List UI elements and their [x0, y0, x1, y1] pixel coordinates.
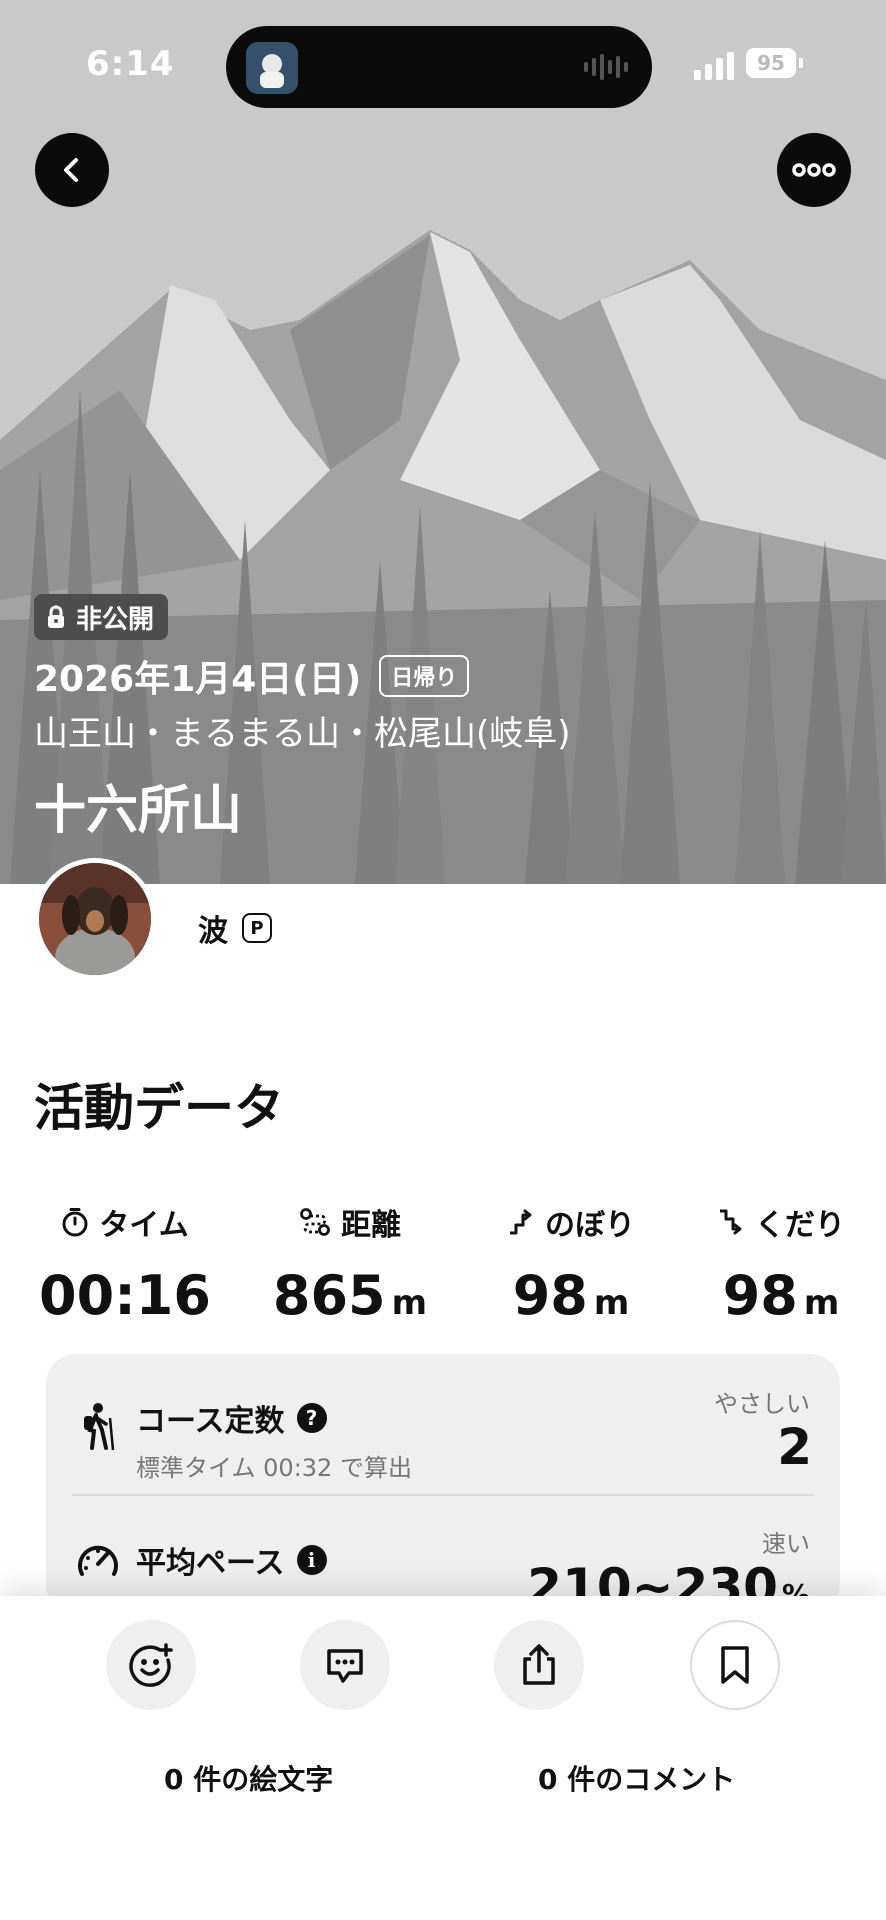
premium-badge: P	[242, 913, 272, 943]
audio-wave-icon	[584, 52, 628, 82]
ascent-icon	[510, 1209, 532, 1235]
page-title: 十六所山	[34, 781, 243, 841]
author-row[interactable]: 波 P	[198, 906, 272, 950]
trip-type-badge: 日帰り	[379, 655, 470, 697]
avatar[interactable]	[34, 858, 156, 980]
share-button[interactable]	[494, 1620, 584, 1710]
descent-icon	[720, 1209, 742, 1235]
privacy-label: 非公開	[76, 604, 155, 635]
bookmark-icon	[721, 1646, 749, 1684]
stat-value-descent: 98	[722, 1264, 798, 1327]
stopwatch-icon	[62, 1208, 88, 1237]
stat-ascent: のぼり 98 m	[476, 1200, 666, 1327]
info-icon[interactable]: i	[296, 1545, 327, 1575]
chevron-left-icon	[64, 158, 78, 182]
stat-unit-distance: m	[391, 1283, 428, 1323]
stat-label-descent: くだり	[755, 1208, 845, 1243]
course-constant-sub: 標準タイム 00:32 で算出	[136, 1454, 412, 1482]
stat-value-ascent: 98	[512, 1264, 588, 1327]
author-name: 波	[198, 914, 228, 949]
battery-indicator: 95	[746, 48, 796, 78]
date-row: 2026年1月4日(日) 日帰り	[34, 650, 470, 702]
course-constant-label: コース定数 ?	[136, 1396, 327, 1440]
comment-count-link[interactable]: 0 件のコメント	[538, 1758, 735, 1798]
card-divider	[72, 1494, 814, 1496]
more-options-button[interactable]	[777, 133, 851, 207]
privacy-badge: 非公開	[34, 594, 169, 640]
course-constant-value: 2	[777, 1418, 812, 1476]
status-time: 6:14	[86, 44, 175, 84]
stat-unit-descent: m	[803, 1283, 840, 1323]
mountain-names: 山王山・まるまる山・松尾山(岐阜)	[34, 714, 571, 754]
comment-icon	[327, 1649, 363, 1683]
hiker-icon	[84, 1403, 115, 1451]
course-constant-title: コース定数	[136, 1404, 285, 1439]
route-icon	[300, 1208, 330, 1236]
average-pace-label: 平均ペース i	[136, 1538, 327, 1582]
stat-time: タイム 00:16	[30, 1200, 220, 1327]
stat-label-distance: 距離	[341, 1208, 401, 1243]
emoji-count-link[interactable]: 0 件の絵文字	[164, 1758, 333, 1798]
bookmark-button[interactable]	[690, 1620, 780, 1710]
metrics-card: コース定数 ? 標準タイム 00:32 で算出 やさしい 2 平均ペース i 速…	[46, 1354, 840, 1614]
stat-unit-ascent: m	[593, 1283, 630, 1323]
stat-descent: くだり 98 m	[686, 1200, 876, 1327]
more-dots-icon	[792, 163, 836, 177]
average-pace-title: 平均ペース	[136, 1546, 285, 1581]
emoji-add-icon	[129, 1643, 173, 1687]
back-button[interactable]	[35, 133, 109, 207]
speedometer-icon	[78, 1545, 118, 1576]
stat-distance: 距離 865 m	[250, 1200, 450, 1327]
bottom-action-bar: 0 件の絵文字 0 件のコメント	[0, 1596, 886, 1920]
dynamic-island	[226, 26, 652, 108]
battery-tip	[799, 58, 803, 68]
hero-header: 6:14 95 非公開 2026年1月4日(日) 日帰り 山王山・まるまる山・松…	[0, 0, 886, 884]
comment-button[interactable]	[300, 1620, 390, 1710]
help-icon[interactable]: ?	[296, 1403, 327, 1433]
activity-section-title: 活動データ	[34, 1079, 284, 1137]
share-icon	[523, 1644, 555, 1685]
stat-value-distance: 865	[272, 1264, 386, 1327]
lock-icon	[48, 605, 64, 628]
now-playing-thumbnail[interactable]	[246, 42, 298, 94]
stat-label-ascent: のぼり	[545, 1208, 635, 1243]
stat-value-time: 00:16	[39, 1264, 211, 1327]
pace-speed-label: 速い	[762, 1530, 810, 1558]
activity-date: 2026年1月4日(日)	[34, 659, 362, 700]
add-emoji-button[interactable]	[106, 1620, 196, 1710]
difficulty-label: やさしい	[714, 1390, 810, 1418]
signal-icon	[694, 50, 734, 80]
stat-label-time: タイム	[99, 1208, 189, 1243]
